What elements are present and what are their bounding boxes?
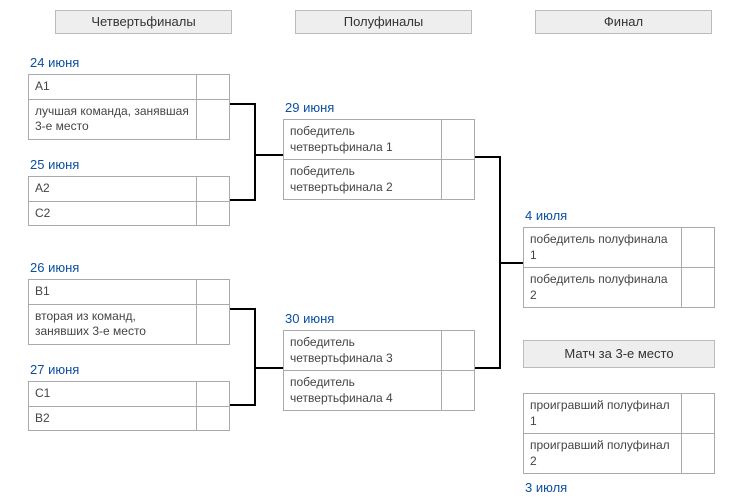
third-date: 3 июля (525, 480, 567, 495)
qf3-score1 (196, 280, 229, 304)
qf3-team2: вторая из команд, занявших 3-е место (29, 305, 196, 344)
sf1-team2: победитель четвертьфинала 2 (284, 160, 441, 199)
qf4-score1 (196, 382, 229, 406)
sf1-score2 (441, 160, 474, 199)
third-team1: проигравший полуфинал 1 (524, 394, 681, 433)
third-score2 (681, 434, 714, 473)
third-team2: проигравший полуфинал 2 (524, 434, 681, 473)
header-semifinals: Полуфиналы (295, 10, 472, 34)
qf4-match: C1 B2 (28, 381, 230, 431)
qf3-score2 (196, 305, 229, 344)
header-final: Финал (535, 10, 712, 34)
qf1-date: 24 июня (30, 55, 79, 70)
third-place-label: Матч за 3-е место (523, 340, 715, 368)
qf2-date: 25 июня (30, 157, 79, 172)
sf2-team2: победитель четвертьфинала 4 (284, 371, 441, 410)
qf4-score2 (196, 407, 229, 431)
final-match: победитель полуфинала 1 победитель полуф… (523, 227, 715, 308)
qf1-match: A1 лучшая команда, занявшая 3-е место (28, 74, 230, 140)
qf3-match: B1 вторая из команд, занявших 3-е место (28, 279, 230, 345)
header-quarterfinals: Четвертьфиналы (55, 10, 232, 34)
qf2-match: A2 C2 (28, 176, 230, 226)
third-match: проигравший полуфинал 1 проигравший полу… (523, 393, 715, 474)
qf2-team1: A2 (29, 177, 196, 201)
sf2-score2 (441, 371, 474, 410)
sf1-score1 (441, 120, 474, 159)
qf1-score1 (196, 75, 229, 99)
final-date: 4 июля (525, 208, 567, 223)
qf1-team2: лучшая команда, занявшая 3-е место (29, 100, 196, 139)
qf2-score2 (196, 202, 229, 226)
qf4-team2: B2 (29, 407, 196, 431)
sf2-score1 (441, 331, 474, 370)
qf3-team1: B1 (29, 280, 196, 304)
qf2-team2: C2 (29, 202, 196, 226)
qf4-team1: C1 (29, 382, 196, 406)
qf4-date: 27 июня (30, 362, 79, 377)
final-score2 (681, 268, 714, 307)
qf1-team1: A1 (29, 75, 196, 99)
final-score1 (681, 228, 714, 267)
final-team1: победитель полуфинала 1 (524, 228, 681, 267)
final-team2: победитель полуфинала 2 (524, 268, 681, 307)
sf1-team1: победитель четвертьфинала 1 (284, 120, 441, 159)
sf2-date: 30 июня (285, 311, 334, 326)
qf3-date: 26 июня (30, 260, 79, 275)
third-score1 (681, 394, 714, 433)
qf2-score1 (196, 177, 229, 201)
qf1-score2 (196, 100, 229, 139)
sf1-match: победитель четвертьфинала 1 победитель ч… (283, 119, 475, 200)
sf2-team1: победитель четвертьфинала 3 (284, 331, 441, 370)
sf1-date: 29 июня (285, 100, 334, 115)
bracket-diagram: { "headers": {"qf":"Четвертьфиналы","sf"… (0, 0, 730, 502)
sf2-match: победитель четвертьфинала 3 победитель ч… (283, 330, 475, 411)
